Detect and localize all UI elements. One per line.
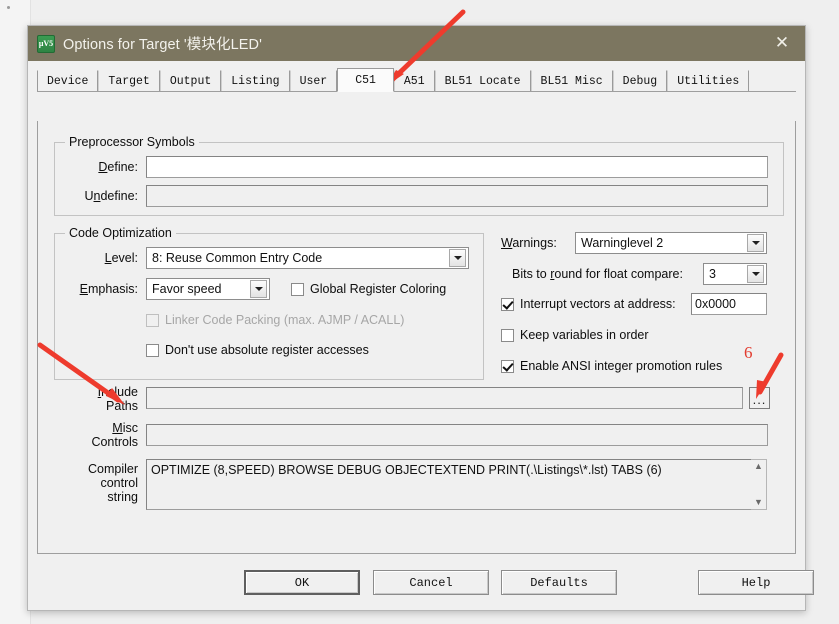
linker-code-packing-checkbox: Linker Code Packing (max. AJMP / ACALL)	[146, 313, 404, 327]
warnings-select[interactable]: Warninglevel 2	[575, 232, 767, 254]
annotation-step-number: 6	[744, 343, 753, 362]
ok-button[interactable]: OK	[244, 570, 360, 595]
checkbox-box	[501, 328, 514, 342]
tab-debug[interactable]: Debug	[612, 70, 668, 91]
checkbox-box	[291, 282, 304, 296]
interrupt-vectors-address-input[interactable]	[691, 293, 767, 315]
misc-controls-input[interactable]	[146, 424, 768, 446]
undefine-input[interactable]	[146, 185, 768, 207]
uvision-logo-icon: μV5	[37, 34, 55, 53]
emphasis-select[interactable]: Favor speed	[146, 278, 270, 300]
keep-variables-in-order-checkbox[interactable]: Keep variables in order	[501, 328, 649, 342]
bits-to-round-value: 3	[709, 267, 716, 281]
warnings-value: Warninglevel 2	[581, 236, 664, 250]
chevron-down-icon[interactable]	[747, 265, 764, 283]
define-label: Define:	[98, 160, 138, 174]
compiler-string-scrollbar[interactable]: ▲ ▼	[751, 459, 767, 510]
include-paths-browse-button[interactable]: ...	[749, 387, 770, 409]
global-register-coloring-checkbox[interactable]: Global Register Coloring	[291, 282, 446, 296]
tab-user[interactable]: User	[289, 70, 338, 91]
code-optimization-legend: Code Optimization	[69, 226, 172, 240]
enable-ansi-promotion-label: Enable ANSI integer promotion rules	[520, 359, 723, 373]
dialog-title: Options for Target '模块化LED'	[63, 37, 262, 53]
tab-listing[interactable]: Listing	[221, 70, 290, 91]
emphasis-value: Favor speed	[152, 282, 222, 296]
chevron-down-icon[interactable]	[250, 280, 267, 298]
tab-output[interactable]: Output	[159, 70, 222, 91]
include-paths-input[interactable]	[146, 387, 743, 409]
tab-device[interactable]: Device	[37, 70, 99, 91]
close-icon[interactable]: ✕	[759, 26, 805, 61]
bits-to-round-label: Bits to round for float compare:	[512, 267, 683, 281]
options-for-target-dialog: μV5 Options for Target '模块化LED' ✕ Device…	[27, 25, 814, 611]
scroll-up-icon[interactable]: ▲	[754, 462, 763, 471]
c51-tab-page: Preprocessor Symbols Define: Undefine: C…	[37, 121, 796, 554]
optimization-level-select[interactable]: 8: Reuse Common Entry Code	[146, 247, 469, 269]
chevron-down-icon[interactable]	[747, 234, 764, 252]
warnings-label: Warnings:	[501, 236, 557, 250]
tab-utilities[interactable]: Utilities	[667, 70, 750, 91]
chevron-down-icon[interactable]	[449, 249, 466, 267]
tab-c51[interactable]: C51	[337, 68, 394, 92]
include-paths-label: Include Paths	[97, 385, 138, 413]
interrupt-vectors-checkbox[interactable]: Interrupt vectors at address:	[501, 297, 676, 311]
help-button[interactable]: Help	[698, 570, 814, 595]
tab-list: Device Target Output Listing User C51 A5…	[37, 67, 750, 92]
undefine-label: Undefine:	[84, 189, 138, 203]
preprocessor-symbols-legend: Preprocessor Symbols	[69, 135, 195, 149]
dont-use-absolute-register-label: Don't use absolute register accesses	[165, 343, 369, 357]
gutter-dot	[7, 6, 10, 9]
linker-code-packing-label: Linker Code Packing (max. AJMP / ACALL)	[165, 313, 405, 327]
interrupt-vectors-label: Interrupt vectors at address:	[520, 297, 676, 311]
compiler-control-string-text[interactable]: OPTIMIZE (8,SPEED) BROWSE DEBUG OBJECTEX…	[146, 459, 752, 510]
global-register-coloring-label: Global Register Coloring	[310, 282, 447, 296]
keep-variables-in-order-label: Keep variables in order	[520, 328, 649, 342]
dialog-titlebar: μV5 Options for Target '模块化LED' ✕	[28, 26, 805, 61]
checkbox-box	[146, 313, 159, 327]
cancel-button[interactable]: Cancel	[373, 570, 489, 595]
checkbox-box	[501, 297, 514, 311]
level-label: Level:	[104, 251, 138, 265]
optimization-level-value: 8: Reuse Common Entry Code	[152, 251, 323, 265]
misc-controls-label: Misc Controls	[91, 421, 138, 449]
compiler-control-string-label: Compiler control string	[87, 462, 138, 504]
define-input[interactable]	[146, 156, 768, 178]
tab-strip: Device Target Output Listing User C51 A5…	[37, 67, 796, 92]
scroll-down-icon[interactable]: ▼	[754, 498, 763, 507]
tab-a51[interactable]: A51	[393, 70, 435, 91]
dont-use-absolute-register-checkbox[interactable]: Don't use absolute register accesses	[146, 343, 369, 357]
enable-ansi-promotion-checkbox[interactable]: Enable ANSI integer promotion rules	[501, 359, 722, 373]
checkbox-box	[146, 343, 159, 357]
checkbox-box	[501, 359, 514, 373]
tab-bl51-misc[interactable]: BL51 Misc	[530, 70, 613, 91]
tab-bl51-locate[interactable]: BL51 Locate	[434, 70, 531, 91]
defaults-button[interactable]: Defaults	[501, 570, 617, 595]
tab-target[interactable]: Target	[98, 70, 160, 91]
bits-to-round-select[interactable]: 3	[703, 263, 767, 285]
dialog-button-bar: OK Cancel Defaults Help	[37, 562, 814, 602]
emphasis-label: Emphasis:	[79, 282, 138, 296]
